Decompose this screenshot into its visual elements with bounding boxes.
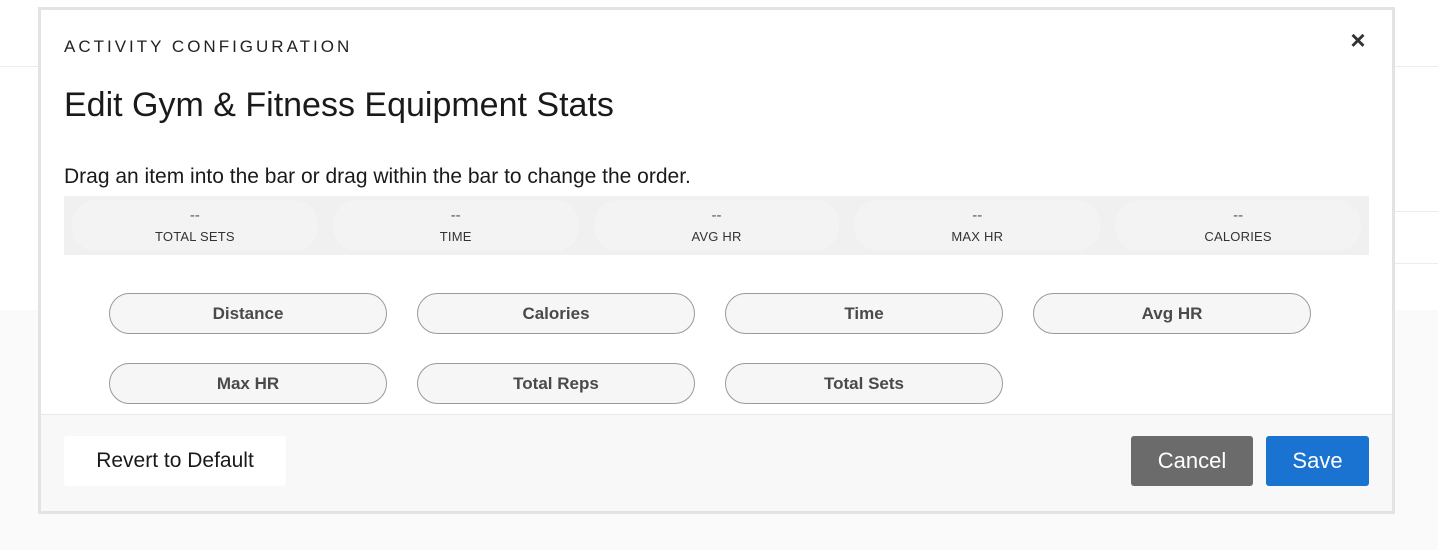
stat-slot-avg-hr[interactable]: -- AVG HR — [593, 200, 840, 251]
stat-chip-distance[interactable]: Distance — [109, 293, 387, 334]
save-button[interactable]: Save — [1266, 436, 1369, 486]
stat-slot-label: AVG HR — [691, 228, 742, 244]
cancel-button[interactable]: Cancel — [1131, 436, 1253, 486]
stat-chip-total-sets[interactable]: Total Sets — [725, 363, 1003, 404]
stat-bar[interactable]: -- TOTAL SETS -- TIME -- AVG HR -- MAX H… — [64, 196, 1369, 255]
stat-slot-calories[interactable]: -- CALORIES — [1115, 200, 1361, 251]
stat-slot-value: -- — [972, 206, 983, 224]
stat-slot-value: -- — [450, 206, 461, 224]
stat-slot-max-hr[interactable]: -- MAX HR — [854, 200, 1101, 251]
stat-chip-calories[interactable]: Calories — [417, 293, 695, 334]
stat-chip-total-reps[interactable]: Total Reps — [417, 363, 695, 404]
divider — [1395, 263, 1438, 264]
stat-slot-label: CALORIES — [1204, 228, 1272, 244]
modal-eyebrow: ACTIVITY CONFIGURATION — [64, 37, 353, 56]
stat-slot-label: MAX HR — [951, 228, 1004, 244]
modal-title: Edit Gym & Fitness Equipment Stats — [64, 86, 614, 124]
stat-slot-label: TOTAL SETS — [155, 228, 235, 244]
stat-chip-avg-hr[interactable]: Avg HR — [1033, 293, 1311, 334]
instruction-text: Drag an item into the bar or drag within… — [64, 165, 691, 188]
stat-slot-total-sets[interactable]: -- TOTAL SETS — [72, 200, 318, 251]
stat-slot-label: TIME — [439, 228, 472, 244]
divider — [1395, 211, 1438, 212]
stat-chip-time[interactable]: Time — [725, 293, 1003, 334]
activity-configuration-modal: × ACTIVITY CONFIGURATION Edit Gym & Fitn… — [38, 7, 1395, 514]
stat-slot-time[interactable]: -- TIME — [332, 200, 579, 251]
stat-slot-value: -- — [1233, 206, 1244, 224]
available-stats: Distance Calories Time Avg HR Max HR Tot… — [109, 293, 1319, 404]
stat-chip-max-hr[interactable]: Max HR — [109, 363, 387, 404]
stat-slot-value: -- — [189, 206, 200, 224]
stat-slot-value: -- — [711, 206, 722, 224]
modal-footer: Revert to Default Cancel Save — [41, 414, 1392, 511]
close-icon[interactable]: × — [1346, 27, 1370, 53]
revert-to-default-button[interactable]: Revert to Default — [64, 436, 286, 486]
